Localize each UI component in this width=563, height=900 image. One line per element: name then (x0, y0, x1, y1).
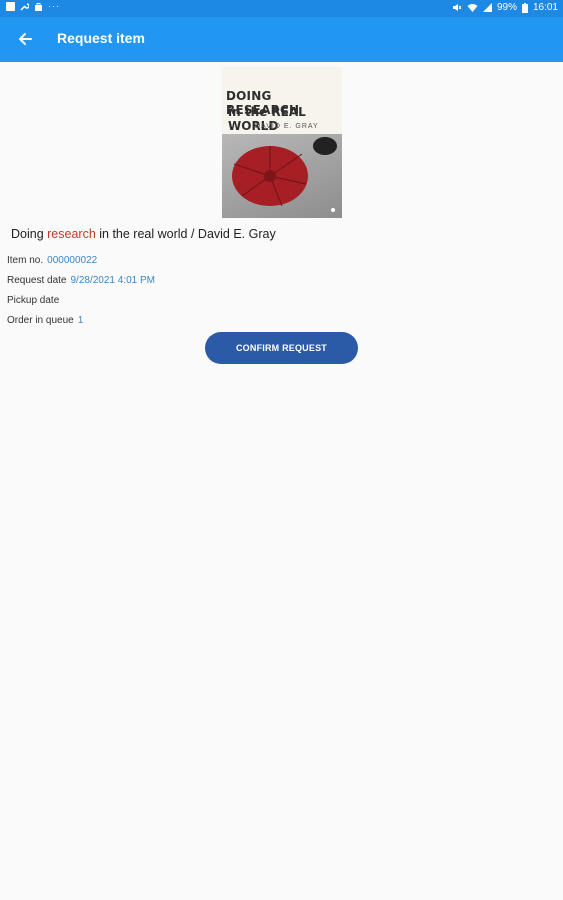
battery-percent: 99% (496, 2, 517, 13)
request-date-value: 9/28/2021 4:01 PM (70, 275, 156, 286)
status-right: 99% 16:01 (452, 2, 558, 13)
pickup-date-row: Pickup date (7, 295, 59, 306)
book-title: Doing research in the real world / David… (11, 227, 276, 241)
more-notifications-icon: ··· (48, 1, 60, 11)
queue-order-row: Order in queue 1 (7, 315, 83, 326)
cover-title-area: DOING RESEARCH in the REAL WORLD DAVID E… (222, 67, 342, 134)
confirm-request-button[interactable]: CONFIRM REQUEST (205, 332, 358, 364)
book-title-prefix: Doing (11, 227, 48, 241)
signal-icon (482, 3, 492, 12)
gallery-notification-icon (6, 2, 15, 11)
shopping-bag-icon (35, 3, 42, 11)
status-bar: ··· 99% 16:01 (0, 0, 563, 17)
book-cover-image: DOING RESEARCH in the REAL WORLD DAVID E… (222, 67, 342, 218)
battery-icon (521, 2, 528, 13)
cover-illustration (222, 134, 342, 218)
back-arrow-icon[interactable] (14, 28, 36, 50)
wifi-icon (467, 4, 478, 12)
cover-author: DAVID E. GRAY (255, 123, 319, 130)
request-date-label: Request date (7, 275, 67, 286)
page-title: Request item (57, 30, 145, 46)
wrench-icon (20, 3, 29, 11)
status-left: ··· (6, 2, 60, 11)
pickup-date-label: Pickup date (7, 295, 60, 306)
item-number-row: Item no. 000000022 (7, 255, 97, 266)
clock: 16:01 (532, 2, 558, 13)
item-number-value: 000000022 (47, 255, 98, 266)
queue-order-label: Order in queue (7, 315, 74, 326)
request-date-row: Request date 9/28/2021 4:01 PM (7, 275, 155, 286)
mute-icon (452, 4, 462, 11)
search-term-highlight: research (47, 227, 96, 241)
queue-order-value: 1 (77, 315, 84, 326)
book-title-suffix: in the real world / David E. Gray (95, 227, 276, 241)
item-number-label: Item no. (7, 255, 44, 266)
app-bar: Request item (0, 17, 563, 62)
parachute-illustration (232, 137, 337, 212)
